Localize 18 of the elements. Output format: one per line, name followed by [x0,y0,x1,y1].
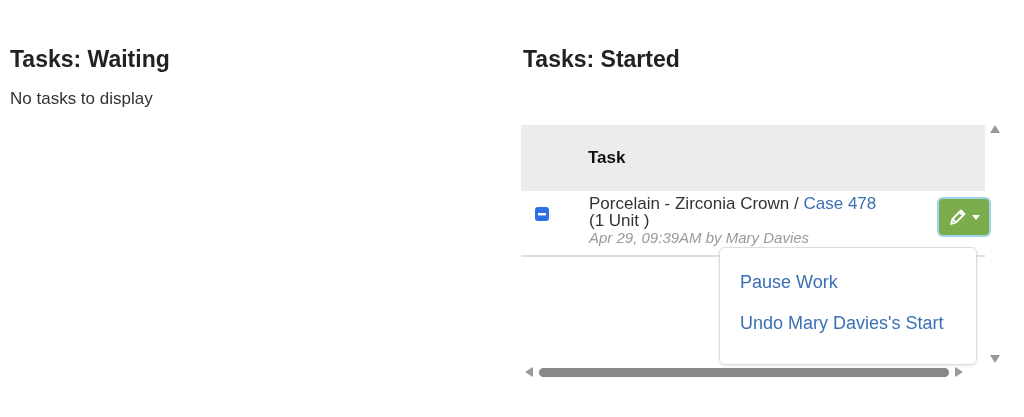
scroll-left-icon[interactable] [525,367,533,377]
scroll-down-icon[interactable] [990,355,1000,363]
menu-item[interactable]: Undo Mary Davies's Start [740,313,944,334]
collapse-icon[interactable] [535,207,549,221]
empty-message: No tasks to display [10,89,153,109]
section-title: Tasks: Started [523,46,680,73]
caret-icon [972,214,980,220]
column-header: Task [588,148,626,168]
pencil-icon [948,207,968,227]
scrollbar-thumb[interactable] [539,367,949,377]
task-description: Porcelain - Zirconia Crown / Case 478 (1 Unit ) [589,194,877,230]
section-title: Tasks: Waiting [10,46,170,73]
scroll-right-icon[interactable] [955,367,963,377]
scroll-up-icon[interactable] [990,125,1000,133]
task-timestamp: Apr 29, 09:39AM by Mary Davies [589,229,810,246]
menu-item[interactable]: Pause Work [740,272,838,293]
case-link[interactable]: Case 478 [803,194,877,213]
edit-dropdown-button[interactable] [937,197,991,237]
